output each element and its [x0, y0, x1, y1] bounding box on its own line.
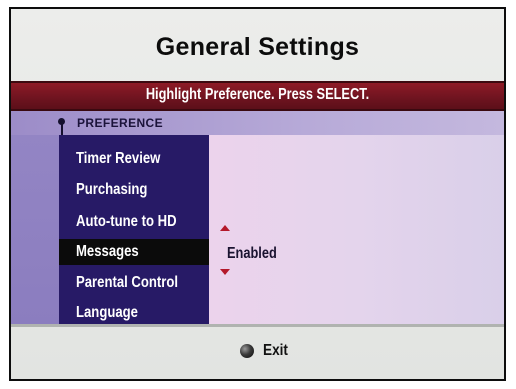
setting-value[interactable]: Enabled	[227, 245, 277, 263]
menu-item-label: Language	[76, 304, 138, 321]
preference-menu: Timer Review Purchasing Auto-tune to HD …	[59, 135, 209, 324]
instruction-text: Highlight Preference. Press SELECT.	[145, 86, 370, 103]
menu-item-label: Auto-tune to HD	[76, 213, 177, 230]
menu-item-label: Messages	[76, 243, 139, 260]
menu-item-label: Purchasing	[76, 181, 148, 198]
menu-item-timer-review[interactable]: Timer Review	[59, 146, 209, 172]
page-title: General Settings	[155, 33, 360, 61]
arrow-down-icon[interactable]	[220, 269, 230, 275]
menu-item-auto-tune-to-hd[interactable]: Auto-tune to HD	[59, 209, 209, 235]
exit-label: Exit	[263, 342, 288, 359]
menu-item-purchasing[interactable]: Purchasing	[59, 177, 209, 203]
dot-button-icon	[240, 344, 254, 358]
instruction-bar: Highlight Preference. Press SELECT.	[11, 81, 504, 111]
menu-item-parental-control[interactable]: Parental Control	[59, 270, 209, 296]
menu-item-messages[interactable]: Messages	[59, 239, 209, 265]
value-panel	[209, 135, 504, 324]
menu-item-language[interactable]: Language	[59, 300, 209, 326]
arrow-up-icon[interactable]	[220, 225, 230, 231]
menu-item-label: Parental Control	[76, 274, 179, 291]
left-side-strip	[11, 135, 59, 324]
divider	[11, 324, 504, 327]
preference-header: PREFERENCE	[11, 111, 504, 135]
settings-screen: General Settings Highlight Preference. P…	[9, 7, 506, 381]
preference-label: PREFERENCE	[77, 116, 164, 130]
menu-item-label: Timer Review	[76, 150, 161, 167]
